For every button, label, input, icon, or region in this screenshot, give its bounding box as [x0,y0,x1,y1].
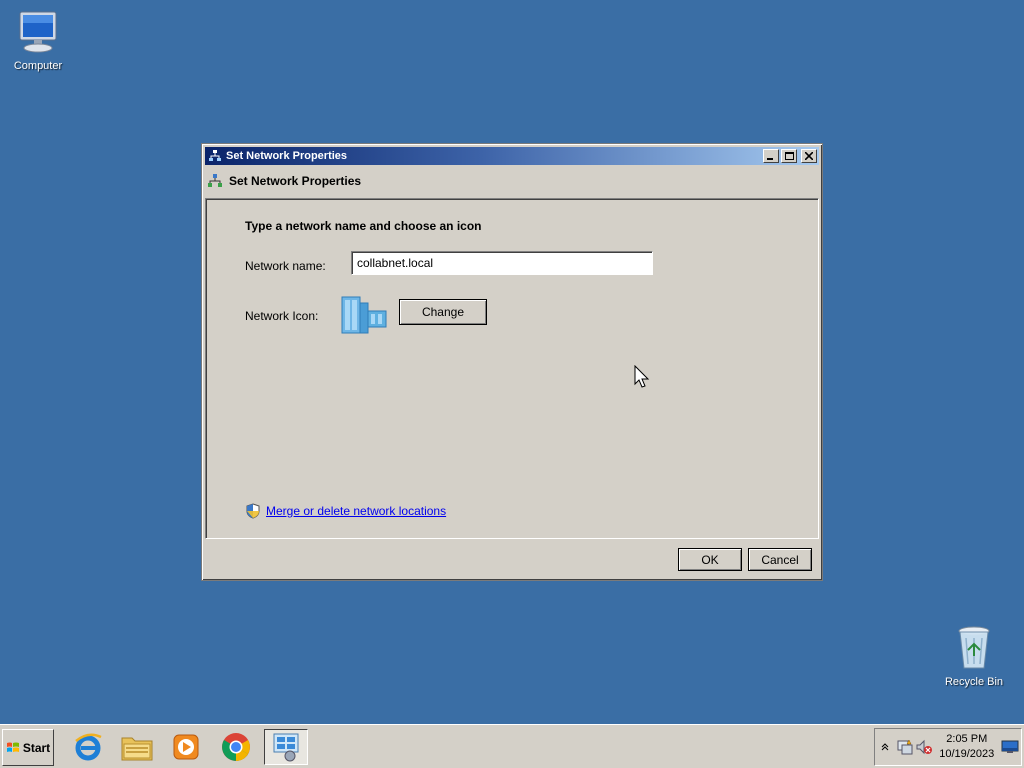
taskbar-clock[interactable]: 2:05 PM 10/19/2023 [934,732,999,762]
clock-date: 10/19/2023 [939,748,995,760]
instructions-heading: Type a network name and choose an icon [245,219,482,233]
minimize-icon [767,158,773,160]
set-network-properties-dialog: Set Network Properties Set Network Prope… [201,143,823,581]
internet-explorer-icon [75,733,102,761]
network-icon [207,148,223,164]
start-button[interactable]: Start [2,729,54,766]
mouse-pointer-icon [634,365,650,388]
computer-icon [19,11,57,53]
show-desktop-button[interactable] [999,736,1021,758]
merge-delete-locations-link[interactable]: Merge or delete network locations [266,504,446,518]
cancel-button[interactable]: Cancel [748,548,812,571]
dialog-content: Type a network name and choose an icon N… [205,198,819,539]
file-explorer-icon [121,737,153,761]
desktop-icon-label: Computer [13,60,63,72]
desktop-icon-recycle-bin[interactable]: Recycle Bin [936,624,1012,688]
dialog-title: Set Network Properties [226,150,348,162]
show-desktop-icon [1001,740,1019,753]
close-button[interactable] [801,149,817,163]
taskbar-app-media-player[interactable] [164,729,208,765]
dialog-header: Set Network Properties [205,168,819,194]
media-player-icon [173,734,199,760]
network-icon [208,174,222,187]
tray-network-button[interactable] [895,737,915,757]
desktop-icon-computer[interactable]: Computer [0,8,76,72]
taskbar-app-chrome[interactable] [214,729,258,765]
windows-logo-icon [6,742,19,752]
show-hidden-icons-button[interactable] [875,737,895,757]
maximize-icon [784,152,794,160]
taskbar: Start 2:05 PM 10/19/2023 [0,724,1024,768]
taskbar-app-network-control-panel[interactable] [264,729,308,765]
network-icon-label: Network Icon: [245,309,319,323]
system-tray: 2:05 PM 10/19/2023 [874,728,1022,766]
volume-muted-icon [916,739,933,755]
ok-button[interactable]: OK [678,548,742,571]
desktop-icon-label: Recycle Bin [944,676,1004,688]
dialog-titlebar[interactable]: Set Network Properties [205,147,819,165]
minimize-button[interactable] [763,149,779,163]
network-status-icon [897,739,913,755]
network-control-panel-icon [273,733,299,762]
start-label: Start [22,740,51,755]
building-network-icon [341,296,387,334]
maximize-button[interactable] [781,149,797,163]
tray-volume-button[interactable] [914,737,934,757]
merge-row: Merge or delete network locations [245,503,446,519]
uac-shield-icon [246,503,260,519]
chevron-up-icon [881,743,889,751]
network-name-label: Network name: [245,259,326,273]
chrome-icon [222,733,250,761]
network-name-input[interactable] [351,251,653,275]
taskbar-app-file-explorer[interactable] [115,729,159,765]
taskbar-app-internet-explorer[interactable] [66,729,110,765]
change-icon-button[interactable]: Change [399,299,487,325]
close-icon [805,152,813,160]
dialog-header-title: Set Network Properties [229,174,362,188]
clock-time: 2:05 PM [946,733,988,745]
recycle-bin-icon [958,626,990,669]
